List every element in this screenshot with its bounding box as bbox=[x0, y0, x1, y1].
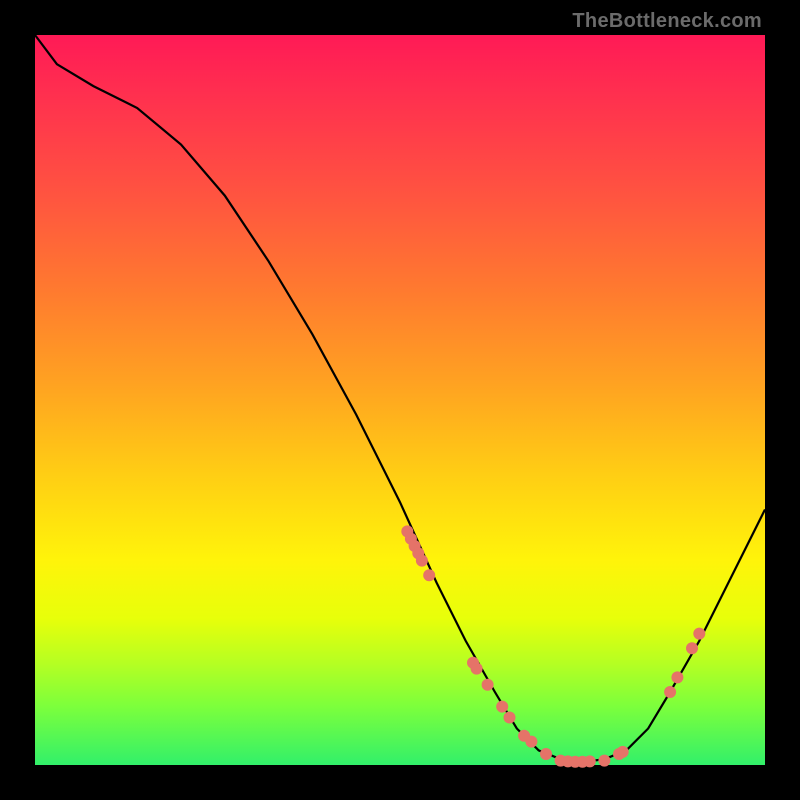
marker-point bbox=[617, 746, 629, 758]
marker-point bbox=[416, 555, 428, 567]
marker-point bbox=[671, 671, 683, 683]
marker-point bbox=[540, 748, 552, 760]
chart-overlay bbox=[35, 35, 765, 765]
marker-point bbox=[598, 755, 610, 767]
watermark-text: TheBottleneck.com bbox=[572, 10, 762, 33]
marker-point bbox=[471, 663, 483, 675]
marker-point bbox=[686, 642, 698, 654]
marker-group bbox=[401, 525, 705, 767]
marker-point bbox=[664, 686, 676, 698]
marker-point bbox=[693, 628, 705, 640]
curve-path bbox=[35, 35, 765, 762]
marker-point bbox=[504, 712, 516, 724]
marker-point bbox=[525, 736, 537, 748]
marker-point bbox=[496, 701, 508, 713]
chart-area bbox=[35, 35, 765, 765]
marker-point bbox=[423, 569, 435, 581]
marker-point bbox=[584, 755, 596, 767]
marker-point bbox=[482, 679, 494, 691]
